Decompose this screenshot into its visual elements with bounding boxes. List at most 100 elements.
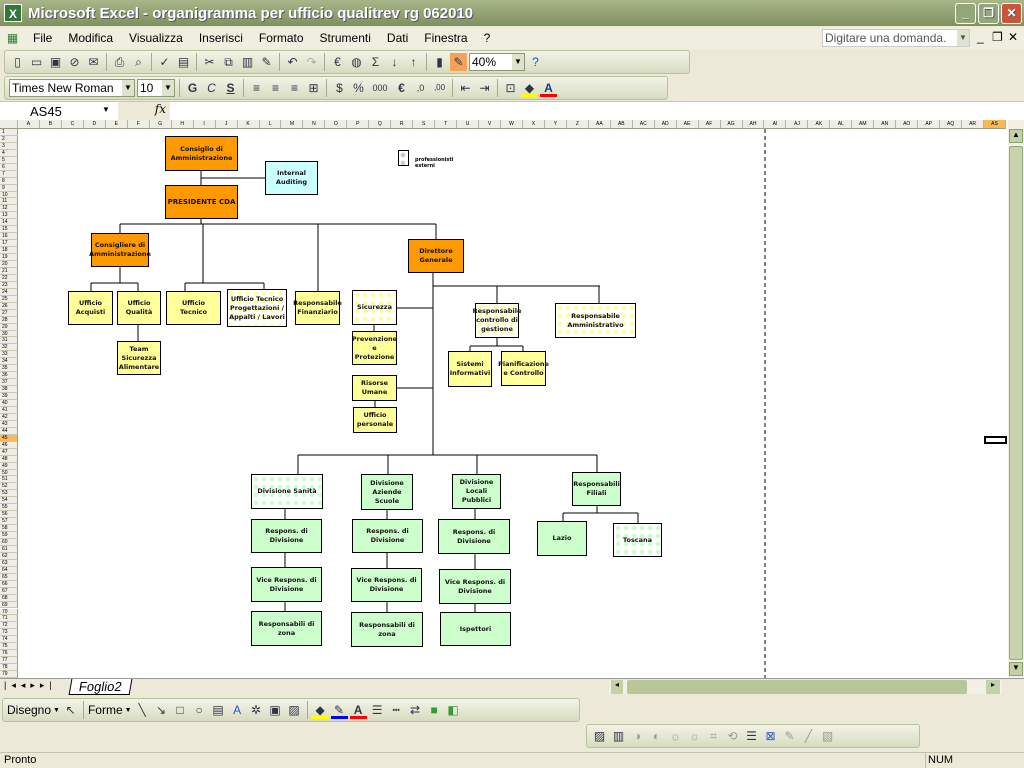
- worksheet-grid[interactable]: A B C D E F G H I J K L M N O P Q R S T U V W X Y Z AA AB AC AD AE AF AG…: [0, 120, 1008, 678]
- thousands-button[interactable]: 000: [369, 79, 391, 97]
- org-box-div-scuole[interactable]: Divisione Aziende Scuole: [361, 474, 413, 510]
- increase-decimal-icon[interactable]: ,0: [412, 79, 429, 97]
- fill-color-icon[interactable]: ◆: [311, 701, 329, 719]
- bold-button[interactable]: G: [184, 79, 201, 97]
- restore-button[interactable]: ❐: [978, 3, 999, 24]
- org-box-dg[interactable]: Direttore Generale: [408, 239, 464, 273]
- org-box-prevenzione[interactable]: Prevenzione e Protezione: [352, 331, 397, 365]
- euro-button[interactable]: €: [393, 79, 410, 97]
- org-box-presidente[interactable]: PRESIDENTE CDA: [165, 185, 238, 219]
- org-box-consigliere[interactable]: Consigliere di Amministrazione: [89, 233, 151, 267]
- help-search-input[interactable]: Digitare una domanda. ▼: [822, 29, 970, 47]
- print-preview-icon[interactable]: ⌕: [130, 53, 147, 71]
- org-box-sistemi[interactable]: Sistemi Informativi: [448, 351, 492, 387]
- line-style-icon[interactable]: ☰: [743, 727, 760, 745]
- tab-foglio2[interactable]: Foglio2: [68, 679, 133, 695]
- chart-wizard-icon[interactable]: ▮: [431, 53, 448, 71]
- org-box-qualita[interactable]: Ufficio Qualità: [117, 291, 161, 325]
- scroll-down-button[interactable]: ▼: [1009, 662, 1023, 676]
- shadow-icon[interactable]: ■: [426, 701, 443, 719]
- org-box-personale[interactable]: Ufficio personale: [353, 407, 397, 433]
- org-box-finanziario[interactable]: Responsabile Finanziario: [293, 291, 342, 325]
- more-brightness-icon[interactable]: ☼: [667, 727, 684, 745]
- line-style-icon[interactable]: ☰: [369, 701, 386, 719]
- horizontal-scrollbar[interactable]: ◂ ▸: [609, 680, 1002, 694]
- sort-descending-icon[interactable]: ↑: [405, 53, 422, 71]
- chevron-down-icon[interactable]: ▼: [53, 707, 60, 714]
- forme-menu[interactable]: Forme: [88, 703, 123, 717]
- line-icon[interactable]: ╲: [134, 701, 151, 719]
- org-box-lazio[interactable]: Lazio: [537, 521, 587, 556]
- currency-icon[interactable]: $: [331, 79, 348, 97]
- vertical-scroll-thumb[interactable]: [1009, 146, 1023, 660]
- font-size-select[interactable]: 10 ▼: [137, 79, 175, 97]
- menu-file[interactable]: File: [33, 31, 52, 45]
- menu-visualizza[interactable]: Visualizza: [129, 31, 183, 45]
- format-painter-icon[interactable]: ✎: [258, 53, 275, 71]
- permission-icon[interactable]: ⊘: [66, 53, 83, 71]
- org-box-vice-scuole[interactable]: Vice Respons. di Divisione: [351, 568, 422, 602]
- chevron-down-icon[interactable]: ▼: [162, 80, 174, 96]
- org-box-ispettori[interactable]: Ispettori: [440, 612, 511, 646]
- underline-button[interactable]: S: [222, 79, 239, 97]
- percent-button[interactable]: %: [350, 79, 367, 97]
- menu-modifica[interactable]: Modifica: [68, 31, 113, 45]
- chevron-down-icon[interactable]: ▼: [122, 80, 134, 96]
- chevron-down-icon[interactable]: ▼: [512, 54, 524, 70]
- tab-scroll-buttons[interactable]: |◂◂▸▸|: [4, 680, 57, 691]
- org-box-zona-scuole[interactable]: Responsabili di zona: [351, 612, 423, 647]
- org-box-resp-div-locali[interactable]: Respons. di Divisione: [438, 519, 510, 554]
- chevron-down-icon[interactable]: ▼: [100, 102, 112, 118]
- org-box-filiali[interactable]: Responsabili Filiali: [572, 472, 621, 506]
- line-color-icon[interactable]: ✎: [330, 701, 348, 719]
- autosum-icon[interactable]: Σ: [367, 53, 384, 71]
- align-center-icon[interactable]: ≡: [267, 79, 284, 97]
- chevron-down-icon[interactable]: ▼: [957, 30, 969, 46]
- diagram-icon[interactable]: ✲: [248, 701, 265, 719]
- email-icon[interactable]: ✉: [85, 53, 102, 71]
- less-brightness-icon[interactable]: ☼: [686, 727, 703, 745]
- open-icon[interactable]: ▭: [28, 53, 45, 71]
- font-color-icon[interactable]: A: [540, 79, 557, 97]
- merge-center-icon[interactable]: ⊞: [305, 79, 322, 97]
- org-box-amministrativo[interactable]: Responsabile Amministrativo: [555, 303, 636, 338]
- minimize-button[interactable]: _: [955, 3, 976, 24]
- new-icon[interactable]: ▯: [9, 53, 26, 71]
- font-select[interactable]: Times New Roman ▼: [9, 79, 135, 97]
- format-picture-icon[interactable]: ✎: [781, 727, 798, 745]
- org-box-vice-sanita[interactable]: Vice Respons. di Divisione: [251, 567, 322, 602]
- undo-icon[interactable]: ↶: [284, 53, 301, 71]
- wordart-icon[interactable]: A: [229, 701, 246, 719]
- insert-picture-icon[interactable]: ▨: [591, 727, 608, 745]
- org-box-resp-div-sanita[interactable]: Respons. di Divisione: [251, 519, 322, 553]
- spelling-icon[interactable]: ✓: [156, 53, 173, 71]
- copy-icon[interactable]: ⧉: [220, 53, 237, 71]
- select-objects-icon[interactable]: ↖: [62, 701, 79, 719]
- reset-picture-icon[interactable]: ▧: [819, 727, 836, 745]
- set-transparent-icon[interactable]: ╱: [800, 727, 817, 745]
- menu-help[interactable]: ?: [484, 31, 491, 45]
- paste-icon[interactable]: ▥: [239, 53, 256, 71]
- doc-minimize-button[interactable]: _: [977, 30, 984, 44]
- disegno-menu[interactable]: Disegno: [7, 703, 51, 717]
- redo-icon[interactable]: ↷: [303, 53, 320, 71]
- sort-ascending-icon[interactable]: ↓: [386, 53, 403, 71]
- menu-dati[interactable]: Dati: [387, 31, 408, 45]
- rectangle-icon[interactable]: □: [172, 701, 189, 719]
- crop-icon[interactable]: ⌗: [705, 727, 722, 745]
- chevron-down-icon[interactable]: ▼: [125, 707, 132, 714]
- font-color-icon[interactable]: A: [349, 701, 367, 719]
- clipart-icon[interactable]: ▣: [267, 701, 284, 719]
- compress-icon[interactable]: ⊠: [762, 727, 779, 745]
- more-contrast-icon[interactable]: ◑: [629, 727, 646, 745]
- scroll-up-button[interactable]: ▲: [1009, 129, 1023, 143]
- scroll-right-button[interactable]: ▸: [986, 680, 1000, 694]
- org-box-acquisti[interactable]: Ufficio Acquisti: [68, 291, 113, 325]
- org-box-resp-div-scuole[interactable]: Respons. di Divisione: [352, 519, 423, 553]
- org-box-div-sanita[interactable]: Divisione Sanità: [251, 474, 323, 509]
- print-icon[interactable]: ⎙: [111, 53, 128, 71]
- workbook-icon[interactable]: ▦: [4, 29, 21, 47]
- org-box-audit[interactable]: Internal Auditing: [265, 161, 318, 195]
- help-icon[interactable]: ?: [527, 53, 544, 71]
- scroll-left-button[interactable]: ◂: [611, 680, 623, 694]
